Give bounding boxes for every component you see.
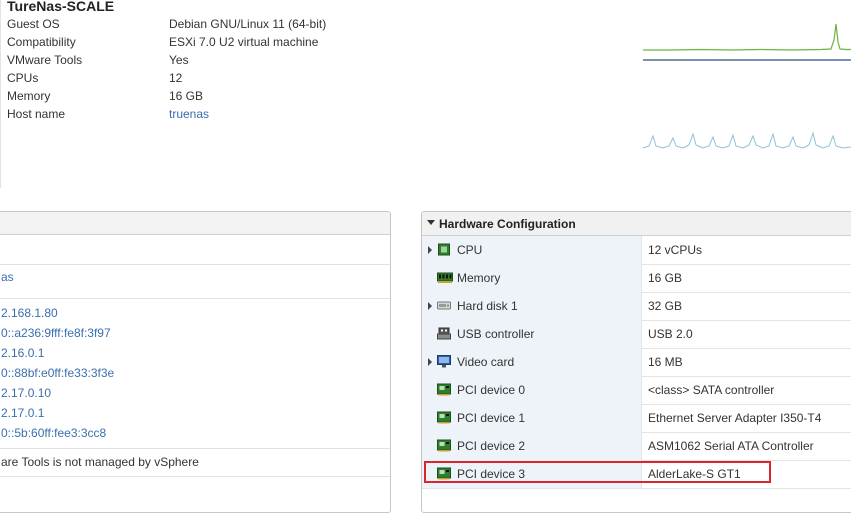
ip-address: 2.17.0.1: [1, 406, 45, 420]
video-card-icon: [437, 355, 451, 368]
summary-key: Guest OS: [7, 17, 60, 31]
pci-icon: [437, 383, 451, 396]
hardware-value: ASM1062 Serial ATA Controller: [648, 439, 814, 453]
summary-value: Debian GNU/Linux 11 (64-bit): [169, 17, 327, 31]
summary-value: 16 GB: [169, 89, 204, 103]
hardware-row-cpu[interactable]: CPU 12 vCPUs: [422, 236, 851, 265]
summary-key: Memory: [7, 89, 51, 103]
pci-icon: [437, 439, 451, 452]
summary-key: Compatibility: [7, 35, 76, 49]
hardware-row-pci-device-0[interactable]: PCI device 0 <class> SATA controller: [422, 376, 851, 405]
hardware-name-cell: USB controller: [422, 320, 642, 348]
row-divider: [0, 476, 390, 477]
row-divider: [0, 298, 390, 299]
hardware-configuration-title: Hardware Configuration: [439, 217, 576, 231]
hardware-name-cell: Hard disk 1: [422, 292, 642, 320]
hard-disk-icon: [437, 301, 451, 310]
ip-address: 2.168.1.80: [1, 306, 58, 320]
hardware-label: PCI device 2: [457, 439, 526, 453]
summary-key: CPUs: [7, 71, 39, 85]
pci-icon: [437, 411, 451, 424]
hardware-value: Ethernet Server Adapter I350-T4: [648, 411, 822, 425]
hardware-label: CPU: [457, 243, 483, 257]
ip-address: 0::88bf:e0ff:fe33:3f3e: [1, 366, 115, 380]
vm-hostname-link[interactable]: as: [1, 270, 14, 284]
pci-device-3-highlight-box: [424, 461, 771, 483]
hardware-label: Video card: [457, 355, 515, 369]
hardware-row-memory[interactable]: Memory 16 GB: [422, 264, 851, 293]
hardware-label: PCI device 1: [457, 411, 526, 425]
row-divider: [0, 448, 390, 449]
hardware-row-hard-disk-1[interactable]: Hard disk 1 32 GB: [422, 292, 851, 321]
hardware-value: 12 vCPUs: [648, 243, 703, 257]
hardware-row-pci-device-2[interactable]: PCI device 2 ASM1062 Serial ATA Controll…: [422, 432, 851, 461]
summary-value: Yes: [169, 53, 189, 67]
network-usage-sparkline: [642, 131, 851, 149]
hardware-value: 32 GB: [648, 299, 683, 313]
collapse-triangle-icon[interactable]: [427, 220, 435, 225]
hardware-row-usb-controller[interactable]: USB controller USB 2.0: [422, 320, 851, 349]
hardware-value: <class> SATA controller: [648, 383, 775, 397]
cpu-icon: [438, 243, 450, 256]
ip-address: 2.16.0.1: [1, 346, 45, 360]
hardware-label: Memory: [457, 271, 501, 285]
expand-arrow-icon[interactable]: [428, 358, 432, 366]
cpu-usage-sparkline: [643, 23, 851, 61]
vm-title: TureNas-SCALE: [7, 0, 115, 14]
vm-details-panel: as 2.168.1.80 0::a236:9fff:fe8f:3f97 2.1…: [0, 211, 391, 513]
host-name-link[interactable]: truenas: [169, 107, 209, 121]
summary-key: Host name: [7, 107, 66, 121]
vm-details-panel-header: [0, 212, 390, 235]
usb-icon: [437, 327, 451, 340]
hardware-name-cell: Memory: [422, 264, 642, 292]
hardware-name-cell: PCI device 0: [422, 376, 642, 404]
hardware-name-cell: Video card: [422, 348, 642, 376]
ip-address: 0::a236:9fff:fe8f:3f97: [1, 326, 111, 340]
hardware-label: Hard disk 1: [457, 299, 518, 313]
hardware-name-cell: PCI device 1: [422, 404, 642, 432]
summary-value: 12: [169, 71, 183, 85]
hardware-name-cell: CPU: [422, 236, 642, 264]
summary-key: VMware Tools: [7, 53, 83, 67]
vmware-tools-note: are Tools is not managed by vSphere: [1, 455, 199, 469]
hardware-configuration-header[interactable]: Hardware Configuration: [422, 212, 851, 236]
hardware-name-cell: PCI device 2: [422, 432, 642, 460]
hardware-label: USB controller: [457, 327, 535, 341]
hardware-value: 16 MB: [648, 355, 683, 369]
hardware-row-pci-device-1[interactable]: PCI device 1 Ethernet Server Adapter I35…: [422, 404, 851, 433]
row-divider: [0, 264, 390, 265]
hardware-value: USB 2.0: [648, 327, 693, 341]
expand-arrow-icon[interactable]: [428, 302, 432, 310]
left-edge-divider: [0, 0, 1, 188]
memory-icon: [437, 272, 453, 283]
ip-address: 0::5b:60ff:fee3:3cc8: [1, 426, 107, 440]
summary-value: ESXi 7.0 U2 virtual machine: [169, 35, 319, 49]
expand-arrow-icon[interactable]: [428, 246, 432, 254]
hardware-row-video-card[interactable]: Video card 16 MB: [422, 348, 851, 377]
hardware-label: PCI device 0: [457, 383, 526, 397]
hardware-value: 16 GB: [648, 271, 683, 285]
ip-address: 2.17.0.10: [1, 386, 52, 400]
